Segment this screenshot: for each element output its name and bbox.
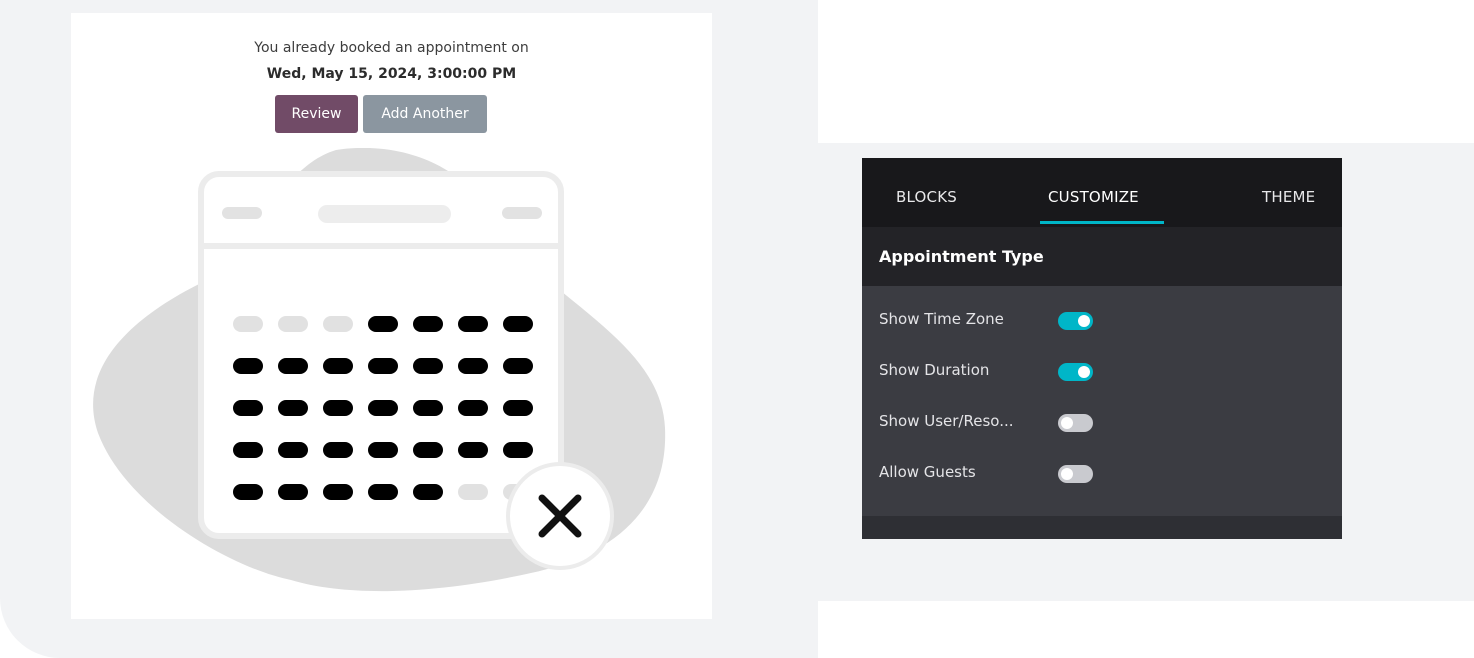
option-label-show-duration: Show Duration — [879, 361, 990, 379]
calendar-day-pill — [323, 316, 353, 332]
calendar-day-pill — [413, 484, 443, 500]
calendar-day-pill — [233, 400, 263, 416]
calendar-day-pill — [323, 358, 353, 374]
section-header: Appointment Type — [862, 227, 1342, 286]
already-booked-message: You already booked an appointment on — [254, 40, 529, 56]
calendar-day-pill — [458, 484, 488, 500]
calendar-day-pill — [413, 316, 443, 332]
review-button[interactable]: Review — [275, 95, 358, 133]
calendar-header-pill-right — [502, 207, 542, 219]
calendar-day-pill — [278, 442, 308, 458]
calendar-day-pill — [368, 484, 398, 500]
website-editor-panel: BLOCKS CUSTOMIZE THEME Appointment Type … — [862, 158, 1342, 539]
option-label-show-time-zone: Show Time Zone — [879, 310, 1004, 328]
calendar-day-pill — [278, 400, 308, 416]
calendar-frame — [198, 171, 564, 539]
calendar-day-pill — [503, 442, 533, 458]
calendar-day-pill — [233, 316, 263, 332]
calendar-day-pill — [458, 400, 488, 416]
tab-customize[interactable]: CUSTOMIZE — [1048, 188, 1139, 206]
appointment-card: You already booked an appointment on Wed… — [71, 13, 712, 619]
calendar-day-pill — [503, 400, 533, 416]
calendar-day-pill — [368, 400, 398, 416]
calendar-header-pill-left — [222, 207, 262, 219]
toggle-knob — [1061, 417, 1073, 429]
calendar-day-pill — [233, 484, 263, 500]
active-tab-indicator — [1040, 221, 1164, 224]
allow-guests-toggle[interactable] — [1058, 465, 1093, 483]
panel-footer — [862, 516, 1342, 539]
show-duration-toggle[interactable] — [1058, 363, 1093, 381]
editor-tabs: BLOCKS CUSTOMIZE THEME — [862, 158, 1342, 227]
calendar-day-pill — [323, 400, 353, 416]
option-label-allow-guests: Allow Guests — [879, 463, 976, 481]
section-title: Appointment Type — [879, 247, 1044, 266]
calendar-day-pill — [278, 358, 308, 374]
tab-theme[interactable]: THEME — [1262, 188, 1315, 206]
calendar-cancelled-illustration — [93, 148, 666, 592]
calendar-day-pill — [368, 442, 398, 458]
calendar-day-pill — [458, 358, 488, 374]
option-label-show-user-resource: Show User/Reso... — [879, 412, 1014, 430]
calendar-day-pill — [413, 442, 443, 458]
toggle-knob — [1078, 315, 1090, 327]
show-user-resource-toggle[interactable] — [1058, 414, 1093, 432]
add-another-button[interactable]: Add Another — [363, 95, 487, 133]
calendar-day-pill — [413, 358, 443, 374]
calendar-day-pill — [413, 400, 443, 416]
calendar-header-pill-center — [318, 205, 451, 223]
calendar-day-pill — [458, 316, 488, 332]
calendar-day-pill — [458, 442, 488, 458]
calendar-day-pill — [278, 484, 308, 500]
calendar-day-pill — [323, 442, 353, 458]
tab-blocks[interactable]: BLOCKS — [896, 188, 957, 206]
calendar-day-pill — [278, 316, 308, 332]
calendar-header-divider — [204, 243, 558, 249]
calendar-day-pill — [368, 358, 398, 374]
show-time-zone-toggle[interactable] — [1058, 312, 1093, 330]
calendar-day-pill — [503, 316, 533, 332]
calendar-day-pill — [503, 358, 533, 374]
calendar-day-pill — [233, 358, 263, 374]
calendar-day-pill — [323, 484, 353, 500]
appointment-date: Wed, May 15, 2024, 3:00:00 PM — [266, 66, 517, 82]
calendar-day-pill — [233, 442, 263, 458]
calendar-day-pill — [368, 316, 398, 332]
toggle-knob — [1061, 468, 1073, 480]
toggle-knob — [1078, 366, 1090, 378]
